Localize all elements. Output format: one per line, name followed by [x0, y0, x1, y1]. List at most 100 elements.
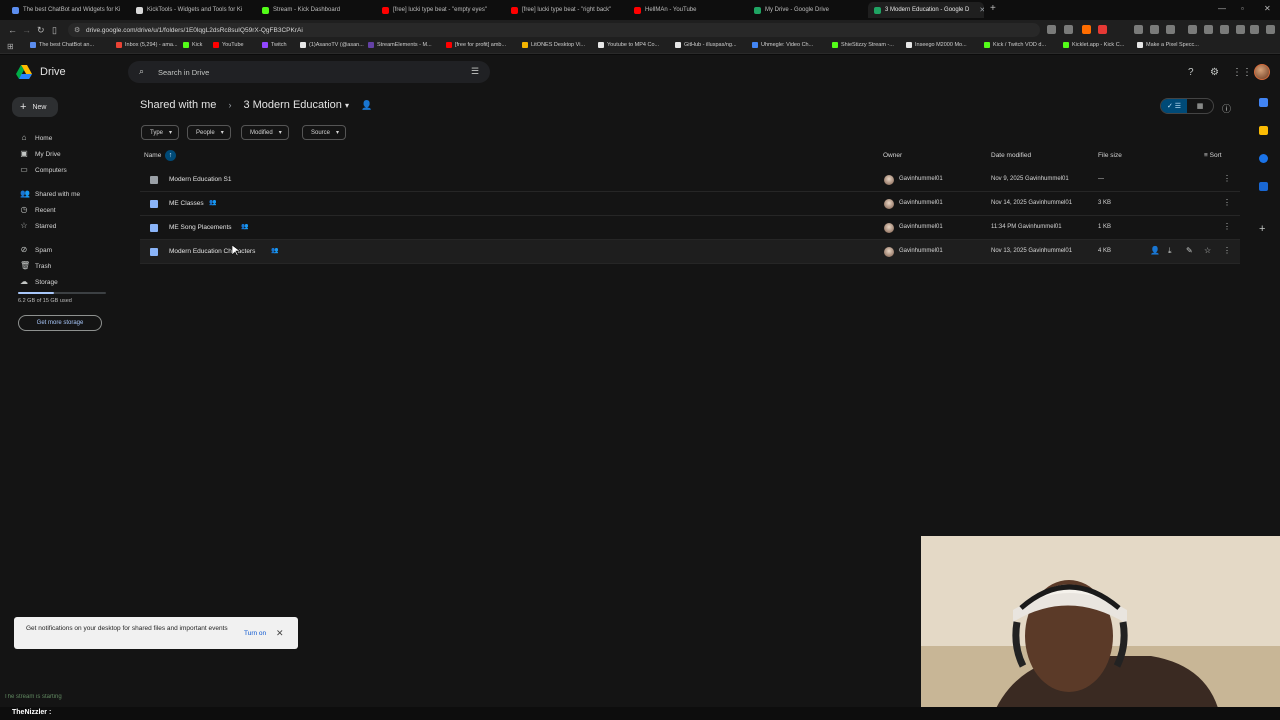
search-options-icon[interactable]: ☰: [471, 66, 479, 77]
star-icon[interactable]: ☆: [1204, 246, 1211, 255]
extension-icon[interactable]: [1134, 25, 1143, 34]
sort-ascending-icon[interactable]: ↑: [165, 150, 176, 161]
sidebar-item-trash[interactable]: 🗑 Trash: [20, 260, 51, 272]
bookmark-item[interactable]: Inbox (5,294) - ama...: [116, 42, 178, 48]
browser-tab[interactable]: My Drive - Google Drive: [748, 2, 862, 18]
details-info-icon[interactable]: ⓘ: [1222, 102, 1231, 115]
sidebar-item-computers[interactable]: ▭ Computers: [20, 164, 67, 176]
address-bar[interactable]: ⚙ drive.google.com/drive/u/1/folders/1E0…: [68, 23, 1040, 37]
browser-tab[interactable]: Stream - Kick Dashboard: [256, 2, 370, 18]
extension-icon[interactable]: [1150, 25, 1159, 34]
add-addon-icon[interactable]: +: [1259, 223, 1265, 235]
account-avatar[interactable]: [1254, 64, 1270, 80]
sidebar-item-recent[interactable]: ◷ Recent: [20, 204, 56, 216]
get-more-storage-button[interactable]: Get more storage: [18, 315, 102, 331]
bookmark-item[interactable]: StreamElements - M...: [368, 42, 432, 48]
sidebar-item-starred[interactable]: ☆ Starred: [20, 220, 56, 232]
tasks-side-icon[interactable]: [1259, 154, 1268, 163]
close-window-icon[interactable]: ✕: [1264, 4, 1271, 13]
column-header-name[interactable]: Name: [144, 152, 161, 159]
search-input[interactable]: ⌕ Search in Drive ☰: [128, 61, 490, 83]
new-button[interactable]: + New: [12, 97, 58, 117]
file-row[interactable]: Modern Education Characters 👥 Gavinhummel0…: [140, 240, 1240, 264]
column-header-date[interactable]: Date modified: [991, 152, 1031, 159]
bookmark-item[interactable]: Inseego M2000 Mo...: [906, 42, 967, 48]
column-header-size[interactable]: File size: [1098, 152, 1122, 159]
rename-icon[interactable]: ✎: [1186, 246, 1193, 255]
new-tab-icon[interactable]: +: [990, 3, 996, 14]
turn-on-notifications-button[interactable]: Turn on: [244, 630, 266, 637]
browser-tab[interactable]: [free] lucki type beat - "right back": [505, 2, 622, 18]
filter-chip-people[interactable]: People ▾: [187, 125, 231, 140]
maximize-icon[interactable]: ▫: [1241, 4, 1244, 13]
keep-side-icon[interactable]: [1259, 126, 1268, 135]
extension-icon[interactable]: [1250, 25, 1259, 34]
more-actions-icon[interactable]: ⋮: [1223, 174, 1231, 183]
sidebar-item-storage[interactable]: ☁ Storage: [20, 276, 58, 288]
google-apps-icon[interactable]: ⋮⋮: [1232, 67, 1252, 78]
browser-tab[interactable]: HellMAn - YouTube: [628, 2, 742, 18]
bookmark-item[interactable]: Kicklet.app - Kick C...: [1063, 42, 1124, 48]
sort-button[interactable]: ≡ Sort: [1204, 152, 1222, 159]
site-info-icon[interactable]: ⚙: [74, 26, 80, 34]
bookmark-item[interactable]: YouTube: [213, 42, 244, 48]
extension-icon[interactable]: [1204, 25, 1213, 34]
more-actions-icon[interactable]: ⋮: [1223, 222, 1231, 231]
contacts-side-icon[interactable]: [1259, 182, 1268, 191]
close-icon[interactable]: ✕: [276, 628, 284, 639]
bookmark-item[interactable]: (1)AsanoTV (@asan...: [300, 42, 364, 48]
help-icon[interactable]: ?: [1188, 67, 1194, 78]
extension-icon[interactable]: [1220, 25, 1229, 34]
extension-icon[interactable]: [1047, 25, 1056, 34]
file-row[interactable]: Modern Education S1 Gavinhummel01 Nov 9, 2…: [140, 168, 1240, 192]
browser-tab[interactable]: The best ChatBot and Widgets for Ki: [6, 2, 124, 18]
bookmark-item[interactable]: GitHub - illuspas/ng...: [675, 42, 737, 48]
share-icon[interactable]: 👤: [1150, 246, 1160, 255]
filter-chip-modified[interactable]: Modified ▾: [241, 125, 289, 140]
bookmark-page-icon[interactable]: ▯: [52, 25, 57, 35]
bookmark-item[interactable]: Youtube to MP4 Co...: [598, 42, 659, 48]
extension-icon[interactable]: [1098, 25, 1107, 34]
sidebar-item-my-drive[interactable]: ▣ My Drive: [20, 148, 60, 160]
folder-shared-icon[interactable]: 👤: [361, 100, 372, 111]
sidebar-item-home[interactable]: ⌂ Home: [20, 132, 53, 144]
extension-icon[interactable]: [1082, 25, 1091, 34]
sidebar-item-shared-with-me[interactable]: 👥 Shared with me: [20, 188, 80, 200]
reload-icon[interactable]: ↻: [37, 25, 45, 35]
breadcrumb-current-folder[interactable]: 3 Modern Education ▾: [243, 99, 349, 111]
file-row[interactable]: ME Classes 👥 Gavinhummel01 Nov 14, 2025 Gav…: [140, 192, 1240, 216]
extension-icon[interactable]: [1236, 25, 1245, 34]
breadcrumb-shared-with-me[interactable]: Shared with me: [140, 99, 216, 111]
forward-icon[interactable]: →: [22, 25, 31, 35]
bookmark-item[interactable]: Kick: [183, 42, 202, 48]
back-icon[interactable]: ←: [8, 25, 17, 35]
browser-tab[interactable]: 3 Modern Education - Google D ✕: [868, 2, 984, 18]
calendar-side-icon[interactable]: [1259, 98, 1268, 107]
bookmark-item[interactable]: [free for profit] amb...: [446, 42, 506, 48]
extension-icon[interactable]: [1166, 25, 1175, 34]
settings-gear-icon[interactable]: ⚙: [1210, 67, 1219, 78]
tab-close-icon[interactable]: ✕: [979, 6, 984, 14]
extension-icon[interactable]: [1064, 25, 1073, 34]
list-view-button[interactable]: ✓ ☰: [1161, 99, 1187, 113]
drive-logo[interactable]: Drive: [16, 65, 66, 79]
filter-chip-type[interactable]: Type ▾: [141, 125, 180, 140]
download-icon[interactable]: ⤓: [1168, 246, 1172, 256]
bookmark-item[interactable]: Twitch: [262, 42, 287, 48]
bookmark-item[interactable]: The best ChatBot an...: [30, 42, 94, 48]
more-actions-icon[interactable]: ⋮: [1223, 246, 1231, 255]
minimize-icon[interactable]: —: [1218, 4, 1226, 13]
bookmark-item[interactable]: Make a Pixel Specc...: [1137, 42, 1199, 48]
bookmark-item[interactable]: ShieStizzy Stream -...: [832, 42, 894, 48]
bookmark-item[interactable]: Uhmegle: Video Ch...: [752, 42, 813, 48]
file-row[interactable]: ME Song Placements 👥 Gavinhummel01 11:34 PM…: [140, 216, 1240, 240]
bookmark-item[interactable]: LitONES Desktop Vi...: [522, 42, 585, 48]
filter-chip-source[interactable]: Source ▾: [302, 125, 347, 140]
extension-icon[interactable]: [1266, 25, 1275, 34]
sidebar-item-spam[interactable]: ⊘ Spam: [20, 244, 52, 256]
extension-icon[interactable]: [1188, 25, 1197, 34]
grid-view-button[interactable]: ▦: [1187, 99, 1213, 113]
browser-tab[interactable]: [free] lucki type beat - "empty eyes": [376, 2, 499, 18]
more-actions-icon[interactable]: ⋮: [1223, 198, 1231, 207]
bookmark-item[interactable]: Kick / Twitch VOD d...: [984, 42, 1046, 48]
